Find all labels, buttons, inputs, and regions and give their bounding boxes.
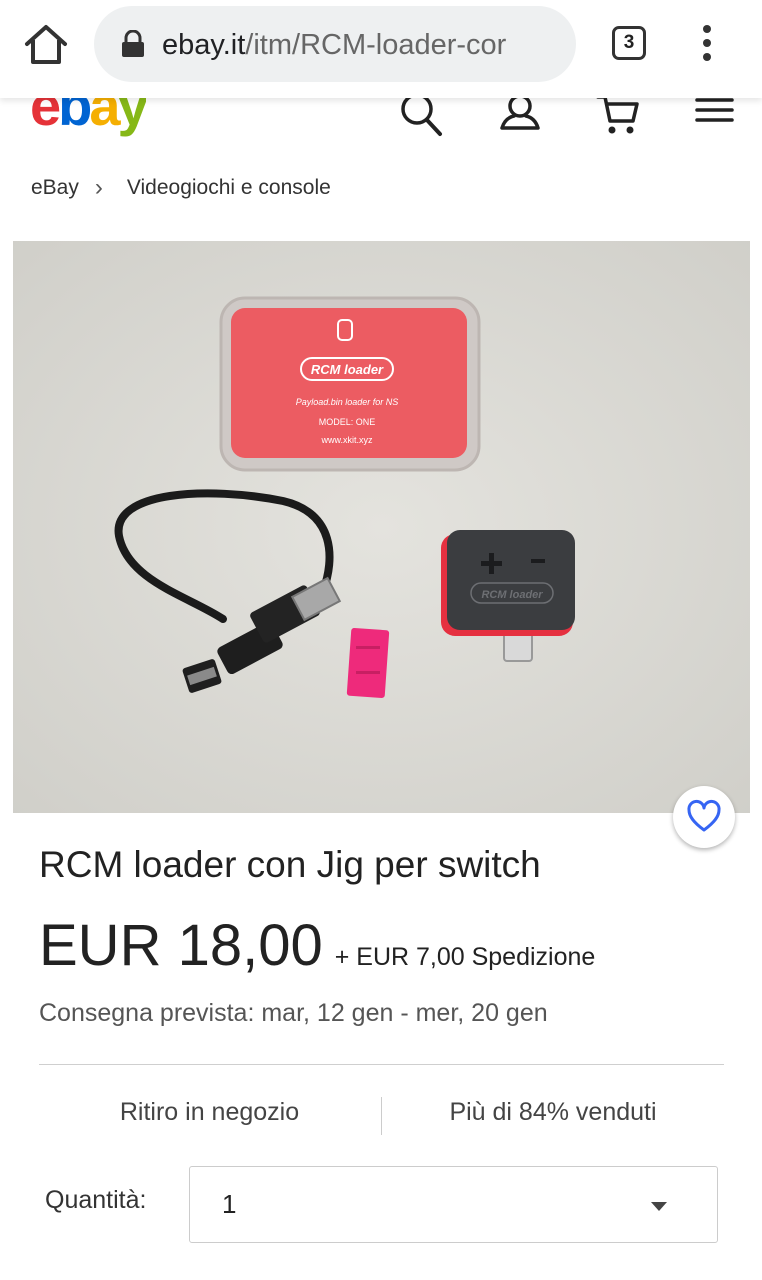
watchlist-button[interactable] bbox=[673, 786, 735, 848]
box-line-1: Payload.bin loader for NS bbox=[296, 397, 399, 407]
site-header: ebay bbox=[0, 74, 762, 148]
lock-icon bbox=[120, 29, 146, 58]
product-image[interactable]: RCM loader Payload.bin loader for NS MOD… bbox=[13, 241, 750, 813]
price: EUR 18,00 bbox=[39, 913, 323, 978]
divider bbox=[39, 1064, 724, 1065]
sold-percentage-info: Più di 84% venduti bbox=[449, 1098, 657, 1126]
hamburger-menu-icon[interactable] bbox=[692, 92, 738, 138]
url-path: /itm/RCM-loader-cor bbox=[245, 29, 507, 61]
dongle-brand-text: RCM loader bbox=[481, 589, 543, 601]
box-brand-text: RCM loader bbox=[311, 362, 384, 377]
shipping-cost: + EUR 7,00 Spedizione bbox=[334, 943, 596, 971]
box-line-3: www.xkit.xyz bbox=[320, 435, 373, 445]
account-icon[interactable] bbox=[497, 92, 543, 138]
box-line-2: MODEL: ONE bbox=[319, 417, 376, 427]
breadcrumb-ebay[interactable]: eBay bbox=[31, 176, 79, 200]
quantity-label: Quantità: bbox=[45, 1186, 147, 1214]
browser-toolbar: ebay.it/itm/RCM-loader-cor 3 bbox=[0, 0, 762, 98]
url-domain: ebay.it bbox=[162, 29, 246, 61]
chevron-right-icon: › bbox=[94, 174, 103, 201]
cart-icon[interactable] bbox=[595, 92, 641, 138]
caret-down-icon bbox=[651, 1202, 667, 1211]
product-title: RCM loader con Jig per switch bbox=[39, 844, 541, 885]
url-text: ebay.it/itm/RCM-loader-cor bbox=[162, 28, 566, 62]
address-bar[interactable]: ebay.it/itm/RCM-loader-cor bbox=[94, 6, 576, 82]
quantity-select[interactable]: 1 bbox=[189, 1166, 718, 1243]
quantity-value: 1 bbox=[222, 1189, 237, 1219]
estimated-delivery: Consegna prevista: mar, 12 gen - mer, 20… bbox=[39, 999, 548, 1027]
more-options-icon[interactable] bbox=[696, 22, 718, 66]
store-pickup-info: Ritiro in negozio bbox=[119, 1098, 300, 1126]
breadcrumb: eBay › Videogiochi e console bbox=[31, 174, 331, 202]
tab-switcher-button[interactable]: 3 bbox=[612, 26, 646, 60]
price-row: EUR 18,00 + EUR 7,00 Spedizione bbox=[39, 912, 595, 979]
heart-icon bbox=[687, 799, 721, 832]
home-icon[interactable] bbox=[22, 22, 70, 66]
breadcrumb-category[interactable]: Videogiochi e console bbox=[127, 176, 331, 200]
search-icon[interactable] bbox=[398, 92, 444, 138]
